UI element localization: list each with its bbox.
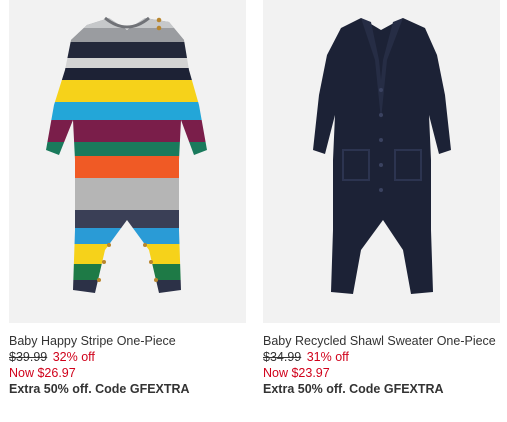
sale-price: Now $26.97: [9, 366, 76, 380]
striped-romper-image: [46, 16, 207, 293]
sale-price: Now $23.97: [263, 366, 330, 380]
promo-code: Extra 50% off. Code GFEXTRA: [9, 382, 190, 396]
original-price: $39.99: [9, 350, 48, 364]
product-card[interactable]: Baby Happy Stripe One-Piece $39.99 32% o…: [9, 0, 246, 397]
navy-romper-image: [313, 18, 451, 294]
product-name[interactable]: Baby Happy Stripe One-Piece: [9, 333, 246, 349]
discount-percent: 31% off: [306, 350, 349, 364]
promo-code: Extra 50% off. Code GFEXTRA: [263, 382, 444, 396]
product-card[interactable]: Baby Recycled Shawl Sweater One-Piece $3…: [263, 0, 500, 397]
product-image-striped-romper[interactable]: [9, 0, 246, 323]
product-name[interactable]: Baby Recycled Shawl Sweater One-Piece: [263, 333, 500, 349]
original-price: $34.99: [263, 350, 302, 364]
discount-percent: 32% off: [52, 350, 95, 364]
product-image-navy-romper[interactable]: [263, 0, 500, 323]
